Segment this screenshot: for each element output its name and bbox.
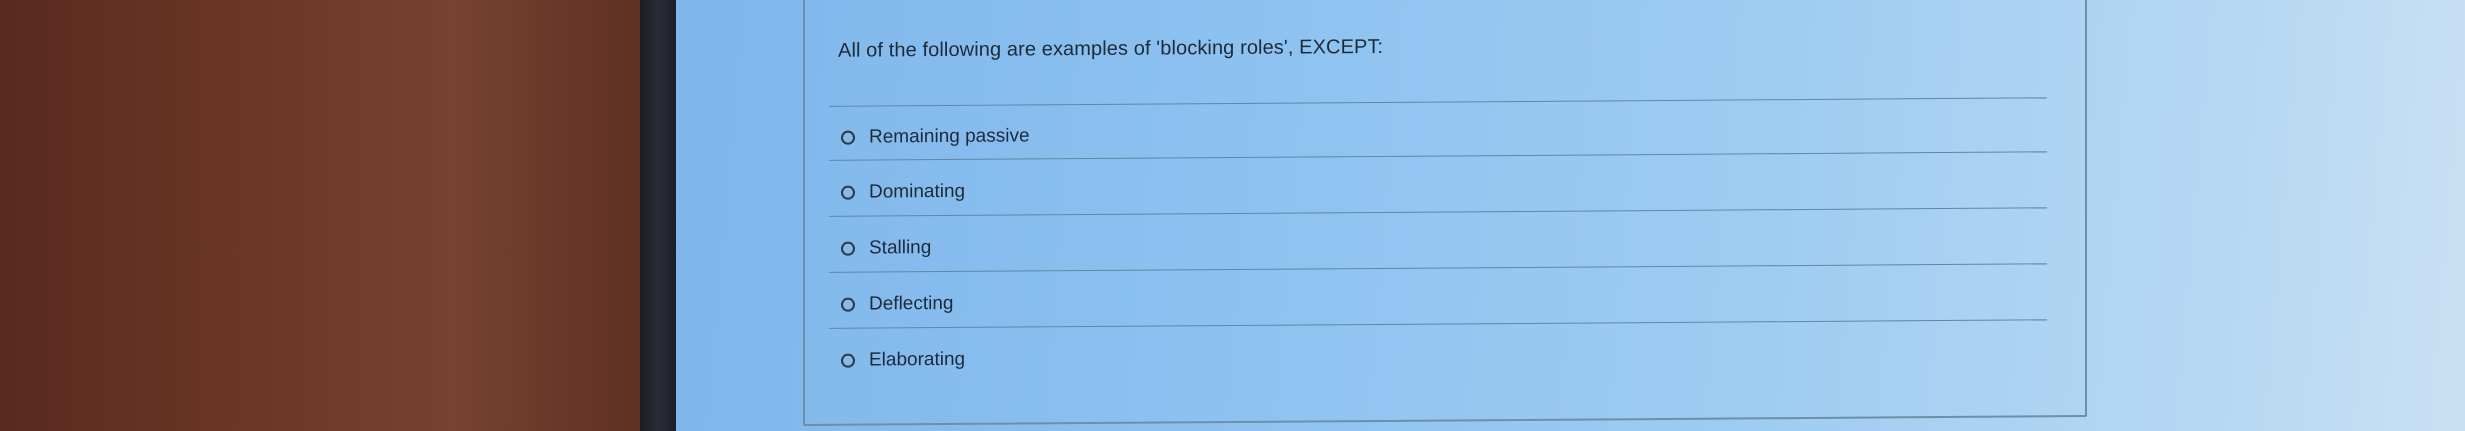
divider bbox=[829, 319, 2047, 329]
radio-button[interactable] bbox=[841, 297, 855, 312]
desk-background bbox=[0, 0, 650, 431]
monitor-bezel bbox=[640, 0, 676, 431]
option-label: Elaborating bbox=[869, 348, 966, 371]
option-label: Stalling bbox=[869, 237, 932, 259]
answer-option-deflecting[interactable]: Deflecting bbox=[841, 293, 954, 316]
answer-option-dominating[interactable]: Dominating bbox=[841, 181, 965, 204]
answer-option-elaborating[interactable]: Elaborating bbox=[841, 349, 965, 372]
divider bbox=[829, 97, 2047, 107]
divider bbox=[829, 207, 2047, 217]
answer-option-remaining-passive[interactable]: Remaining passive bbox=[841, 125, 1030, 148]
question-card: All of the following are examples of 'bl… bbox=[803, 0, 2087, 427]
option-label: Dominating bbox=[869, 180, 966, 203]
radio-button[interactable] bbox=[841, 241, 855, 256]
divider bbox=[829, 263, 2047, 273]
radio-button[interactable] bbox=[841, 353, 855, 368]
question-text: All of the following are examples of 'bl… bbox=[838, 35, 1384, 62]
radio-button[interactable] bbox=[841, 185, 855, 200]
divider bbox=[829, 151, 2047, 161]
monitor-screen: All of the following are examples of 'bl… bbox=[676, 0, 2465, 431]
photo-scene: All of the following are examples of 'bl… bbox=[0, 0, 2465, 431]
answer-option-stalling[interactable]: Stalling bbox=[841, 237, 931, 260]
radio-button[interactable] bbox=[841, 130, 855, 145]
option-label: Deflecting bbox=[869, 292, 954, 315]
option-label: Remaining passive bbox=[869, 125, 1030, 148]
